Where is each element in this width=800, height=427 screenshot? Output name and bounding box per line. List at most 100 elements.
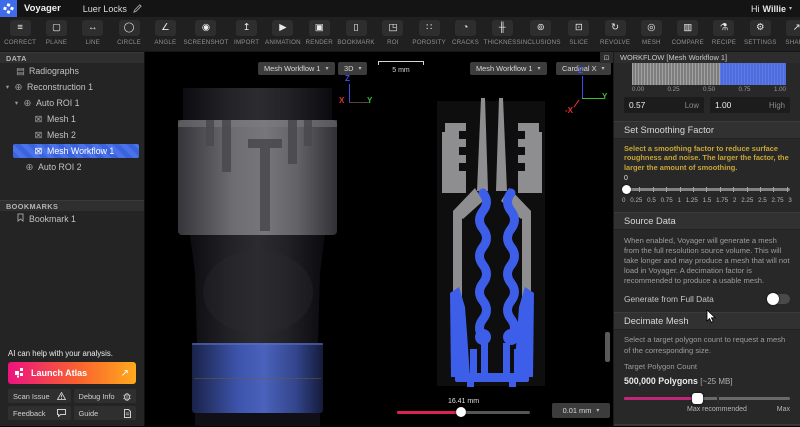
decimate-slider-handle[interactable]: [692, 392, 704, 404]
import-icon: ↥: [236, 20, 258, 36]
roi-sphere-icon: ⊕: [25, 161, 34, 173]
reconstruction-icon: ⊕: [14, 81, 23, 93]
launch-arrow-icon: ↗: [120, 367, 129, 379]
source-data-section-header[interactable]: Source Data: [614, 212, 800, 231]
mesh-workflow-icon: ⊠: [34, 145, 43, 157]
toolbar: ≡ CORRECT ▢ PLANE ↔ LINE ◯ CIRCLE ∠ ANGLE ◉ SC…: [0, 17, 800, 52]
toolbar-revolve[interactable]: ↻ REVOLVE: [597, 17, 633, 51]
scale-bar: 5 mm: [378, 61, 424, 74]
toolbar-bookmark[interactable]: ▯ BOOKMARK: [337, 17, 375, 51]
decimate-description: Select a target polygon count to request…: [624, 335, 786, 355]
warning-icon: [56, 392, 66, 400]
toolbar-cracks[interactable]: ◔ CRACKS: [447, 17, 483, 51]
axis-gizmo-left: Z X Y: [339, 74, 373, 105]
revolve-icon: ↻: [604, 20, 626, 36]
sidebar-item-mesh-2[interactable]: ⊠ Mesh 2: [0, 127, 144, 143]
toolbar-compare[interactable]: ▥ COMPARE: [670, 17, 706, 51]
toolbar-circle[interactable]: ◯ CIRCLE: [111, 17, 147, 51]
toolbar-angle[interactable]: ∠ ANGLE: [147, 17, 183, 51]
left-view-workflow-dropdown[interactable]: Mesh Workflow 1 ▾: [258, 62, 335, 75]
cracks-icon: ◔: [454, 20, 476, 36]
launch-atlas-button[interactable]: Launch Atlas ↗: [8, 362, 136, 384]
edit-project-name-icon[interactable]: [132, 4, 142, 13]
circle-icon: ◯: [118, 20, 140, 36]
toolbar-share[interactable]: ↗SHARE: [778, 17, 800, 51]
animation-icon: ▶: [272, 20, 294, 36]
sidebar-item-reconstruction-1[interactable]: ▾ ⊕ Reconstruction 1: [0, 79, 144, 95]
threshold-histogram[interactable]: [632, 63, 786, 85]
ai-help-text: AI can help with your analysis.: [8, 349, 113, 358]
viewport-area[interactable]: Mesh Workflow 1 ▾ 3D ▾ 5 mm Z X Y Mesh Wor…: [145, 52, 613, 426]
toolbar-porosity[interactable]: ∷ POROSITY: [411, 17, 447, 51]
threshold-low-input[interactable]: 0.57 Low: [624, 97, 704, 113]
app-name: Voyager: [24, 3, 61, 14]
toolbar-line[interactable]: ↔ LINE: [75, 17, 111, 51]
toolbar-animation[interactable]: ▶ ANIMATION: [265, 17, 301, 51]
toolbar-plane[interactable]: ▢ PLANE: [38, 17, 74, 51]
sidebar-item-radiographs[interactable]: ▤ Radiographs: [0, 63, 144, 79]
user-menu[interactable]: Hi Willie ▾: [751, 4, 792, 14]
toolbar-screenshot[interactable]: ◉ SCREENSHOT: [183, 17, 228, 51]
sidebar-item-bookmark-1[interactable]: Bookmark 1: [0, 211, 144, 227]
volume-render-left[interactable]: [170, 77, 350, 426]
threshold-high-input[interactable]: 1.00 High: [710, 97, 790, 113]
toolbar-inclusions[interactable]: ⊚ INCLUSIONS: [521, 17, 561, 51]
slice-slider-handle[interactable]: [455, 407, 466, 417]
create-mesh-section-header[interactable]: Create Mesh: [614, 423, 800, 426]
panel-collapse-icon[interactable]: ⊡: [600, 52, 613, 63]
mouse-cursor: [706, 310, 716, 323]
slice-render-right[interactable]: [437, 93, 548, 393]
voyager-app: Voyager Luer Locks Hi Willie ▾ ≡ CORRECT …: [0, 0, 800, 427]
smoothing-tick-labels: 0 0.25 0.5 0.75 1 1.25 1.5 1.75 2 2.25 2.5 2.75 3: [622, 197, 792, 205]
debug-info-button[interactable]: Debug Info: [73, 389, 136, 403]
bookmark-icon: ▯: [345, 20, 367, 36]
toolbar-thickness[interactable]: ╫ THICKNESS: [484, 17, 521, 51]
voyager-logo-icon: [0, 0, 17, 17]
screenshot-icon: ◉: [195, 20, 217, 36]
chevron-down-icon: ▾: [537, 66, 541, 72]
toolbar-correct[interactable]: ≡ CORRECT: [2, 17, 38, 51]
slice-slider-fill: [397, 411, 461, 414]
toolbar-settings[interactable]: ⚙ SETTINGS: [742, 17, 778, 51]
smoothing-slider[interactable]: [622, 184, 790, 195]
polygon-count-value: 500,000 Polygons [~25 MB]: [624, 375, 733, 386]
compare-icon: ▥: [677, 20, 699, 36]
generate-full-data-toggle[interactable]: [767, 293, 790, 306]
slice-position-slider[interactable]: 16.41 mm: [397, 398, 530, 417]
feedback-button[interactable]: Feedback: [8, 406, 71, 420]
toolbar-recipe[interactable]: ⚗ RECIPE: [706, 17, 742, 51]
guide-button[interactable]: Guide: [73, 406, 136, 420]
toolbar-roi[interactable]: ◳ ROI: [375, 17, 411, 51]
panel-scrollbar-thumb[interactable]: [605, 332, 610, 362]
chevron-down-icon: ▾: [596, 408, 600, 414]
bookmarks-section-header: BOOKMARKS: [0, 200, 144, 211]
sidebar-item-auto-roi-1[interactable]: ▾ ⊕ Auto ROI 1: [0, 95, 144, 111]
angle-icon: ∠: [154, 20, 176, 36]
scan-issue-button[interactable]: Scan Issue: [8, 389, 71, 403]
user-greeting: Hi: [751, 3, 760, 14]
chevron-down-icon[interactable]: ▾: [3, 83, 12, 91]
porosity-icon: ∷: [418, 20, 440, 36]
sidebar: DATA ▤ Radiographs ▾ ⊕ Reconstruction 1 …: [0, 52, 145, 426]
smoothing-slider-handle[interactable]: [622, 185, 631, 195]
right-view-workflow-dropdown[interactable]: Mesh Workflow 1 ▾: [470, 62, 547, 75]
toolbar-mesh[interactable]: ◎ MESH: [633, 17, 669, 51]
toolbar-slice[interactable]: ⊡ SLICE: [561, 17, 597, 51]
speech-bubble-icon: [56, 409, 66, 417]
decimate-slider[interactable]: [624, 392, 790, 404]
left-view-mode-dropdown[interactable]: 3D ▾: [338, 62, 368, 75]
decimate-slider-fill: [624, 396, 698, 400]
sidebar-item-mesh-workflow-1[interactable]: ⊠ Mesh Workflow 1: [0, 143, 144, 159]
axis-gizmo-right: Z Y -X: [565, 66, 608, 115]
sidebar-item-auto-roi-2[interactable]: ⊕ Auto ROI 2: [0, 159, 144, 175]
chevron-down-icon[interactable]: ▾: [12, 99, 21, 107]
slice-step-dropdown[interactable]: 0.01 mm ▾: [552, 403, 610, 418]
toolbar-render[interactable]: ▣ RENDER: [301, 17, 337, 51]
sidebar-item-mesh-1[interactable]: ⊠ Mesh 1: [0, 111, 144, 127]
smoothing-section-header[interactable]: Set Smoothing Factor: [614, 121, 800, 139]
line-icon: ↔: [82, 20, 104, 36]
slice-icon: ⊡: [568, 20, 590, 36]
toolbar-import[interactable]: ↥ IMPORT: [228, 17, 264, 51]
bookmark-item-icon: [14, 213, 27, 225]
atlas-icon: [15, 368, 23, 378]
